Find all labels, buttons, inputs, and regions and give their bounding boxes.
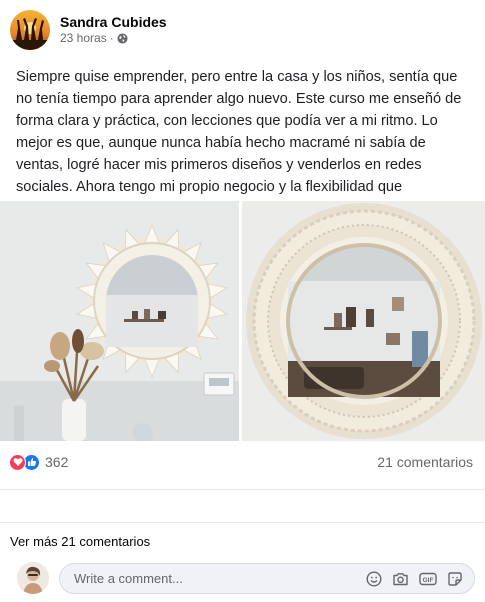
meta-separator: ·: [109, 31, 114, 45]
reaction-count: 362: [45, 454, 69, 470]
author-name[interactable]: Sandra Cubides: [60, 14, 167, 30]
post-time[interactable]: 23 horas: [60, 31, 107, 45]
camera-icon[interactable]: [391, 569, 410, 588]
globe-icon: [117, 32, 128, 44]
comments-count-link[interactable]: 21 comentarios: [377, 454, 473, 470]
actions-divider: [0, 522, 485, 523]
post-text: Siempre quise emprender, pero entre la c…: [16, 69, 462, 217]
comment-composer: GIF: [17, 562, 477, 596]
post-meta: 23 horas ·: [60, 31, 128, 45]
author-avatar[interactable]: [10, 10, 50, 50]
macrame-mirror-closeup-photo[interactable]: [242, 201, 485, 441]
post-photos: [0, 201, 485, 441]
reactions-summary[interactable]: 362: [9, 452, 68, 472]
current-user-avatar: [17, 562, 49, 594]
stats-divider: [0, 489, 485, 490]
comment-box: GIF: [59, 563, 475, 594]
emoji-icon[interactable]: [364, 569, 383, 588]
macrame-mirror-wall-photo[interactable]: [0, 201, 239, 441]
sticker-icon[interactable]: [445, 569, 464, 588]
comment-tools: GIF: [364, 569, 464, 588]
post-header: Sandra Cubides 23 horas ·: [10, 10, 475, 52]
love-reaction-icon: [9, 453, 26, 471]
comment-input[interactable]: [74, 564, 334, 593]
gif-icon[interactable]: GIF: [418, 569, 437, 588]
view-more-comments-link[interactable]: Ver más 21 comentarios: [10, 534, 150, 549]
svg-text:GIF: GIF: [422, 577, 433, 584]
